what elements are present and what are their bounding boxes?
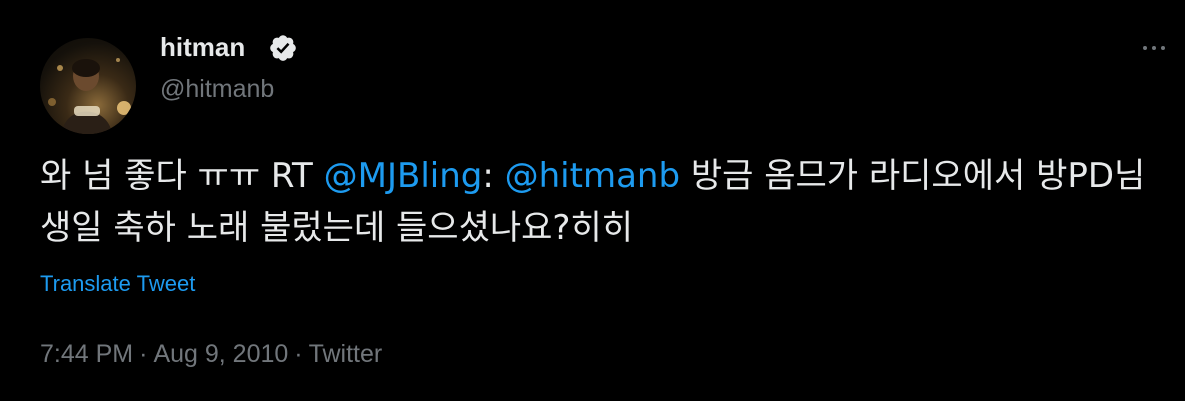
display-name[interactable]: hitman <box>160 30 245 64</box>
tweet-date[interactable]: Aug 9, 2010 <box>153 340 288 368</box>
mention-link[interactable]: @MJBling <box>324 156 483 196</box>
tweet-metadata: 7:44 PM · Aug 9, 2010 · Twitter <box>40 338 382 370</box>
avatar[interactable] <box>40 38 136 134</box>
tweet-card: hitman @hitmanb 와 넘 좋다 ㅠㅠ RT @MJBling: @… <box>0 0 1185 401</box>
tweet-source[interactable]: Twitter <box>309 340 383 368</box>
tweet-text-segment: 와 넘 좋다 ㅠㅠ RT <box>40 156 324 196</box>
tweet-text-segment: : <box>482 156 505 196</box>
separator: · <box>139 340 148 368</box>
dot-icon <box>1161 46 1165 50</box>
tweet-text: 와 넘 좋다 ㅠㅠ RT @MJBling: @hitmanb 방금 옴므가 라… <box>40 150 1150 254</box>
mention-link[interactable]: @hitmanb <box>505 156 680 196</box>
dot-icon <box>1143 46 1147 50</box>
more-options-button[interactable] <box>1137 36 1171 60</box>
separator: · <box>294 340 303 368</box>
verified-badge-icon <box>270 35 296 61</box>
user-handle[interactable]: @hitmanb <box>160 73 274 105</box>
tweet-time[interactable]: 7:44 PM <box>40 340 133 368</box>
dot-icon <box>1152 46 1156 50</box>
translate-tweet-link[interactable]: Translate Tweet <box>40 270 195 298</box>
